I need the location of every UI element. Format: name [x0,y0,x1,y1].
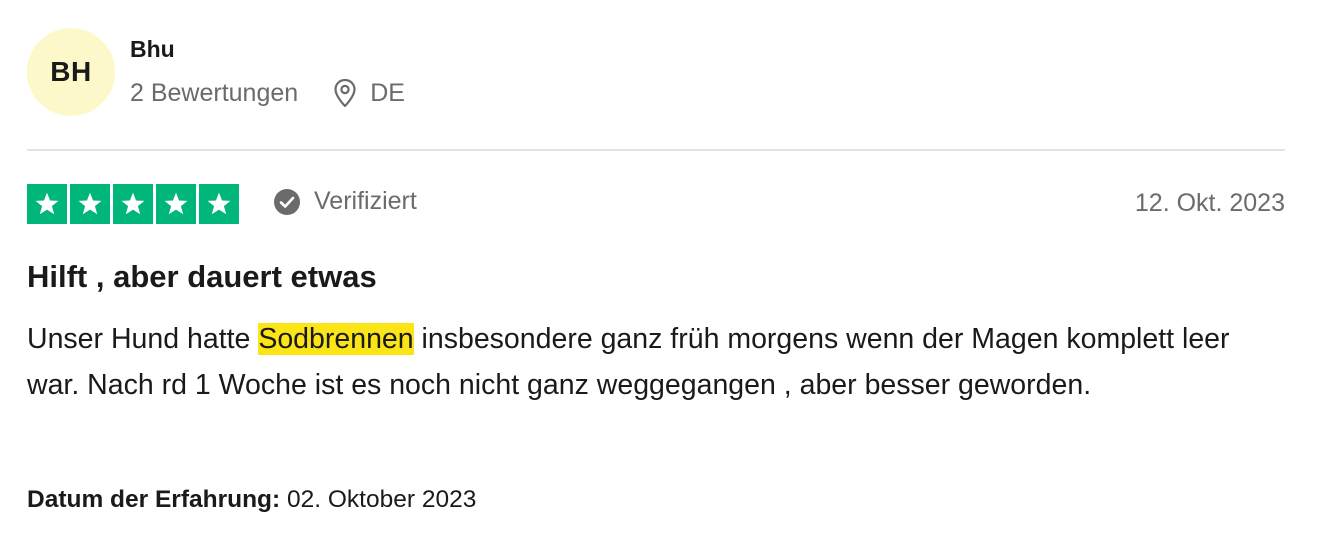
divider [27,149,1285,151]
review-title[interactable]: Hilft , aber dauert etwas [27,259,377,295]
reviewer-header: BH Bhu 2 Bewertungen DE [27,28,1285,118]
star-icon [156,184,196,224]
star-rating [27,184,242,224]
review-count: 2 Bewertungen [130,78,299,107]
rating-row: Verifiziert 12. Okt. 2023 [27,184,1285,224]
experience-date-label: Datum der Erfahrung: [27,486,281,513]
reviewer-meta: 2 Bewertungen DE [130,78,405,108]
review-body-start: Unser Hund hatte [27,323,259,355]
star-icon [70,184,110,224]
reviewer-name[interactable]: Bhu [130,36,175,63]
check-circle-icon [273,188,301,216]
experience-date-value: 02. Oktober 2023 [287,486,477,513]
experience-date: Datum der Erfahrung: 02. Oktober 2023 [27,486,476,514]
review-card: BH Bhu 2 Bewertungen DE Verifiziert 12. … [27,0,1285,542]
highlighted-keyword: Sodbrennen [258,323,414,355]
review-body: Unser Hund hatte Sodbrennen insbesondere… [27,316,1257,408]
avatar-initials: BH [50,56,92,87]
star-icon [199,184,239,224]
verified-badge[interactable]: Verifiziert [273,187,417,216]
location-pin-icon [332,78,358,108]
review-date: 12. Okt. 2023 [1134,189,1285,217]
avatar[interactable]: BH [27,28,115,116]
reviewer-country: DE [370,78,405,107]
star-icon [27,184,67,224]
reviewer-location: DE [332,78,405,108]
verified-label: Verifiziert [314,187,417,215]
star-icon [113,184,153,224]
